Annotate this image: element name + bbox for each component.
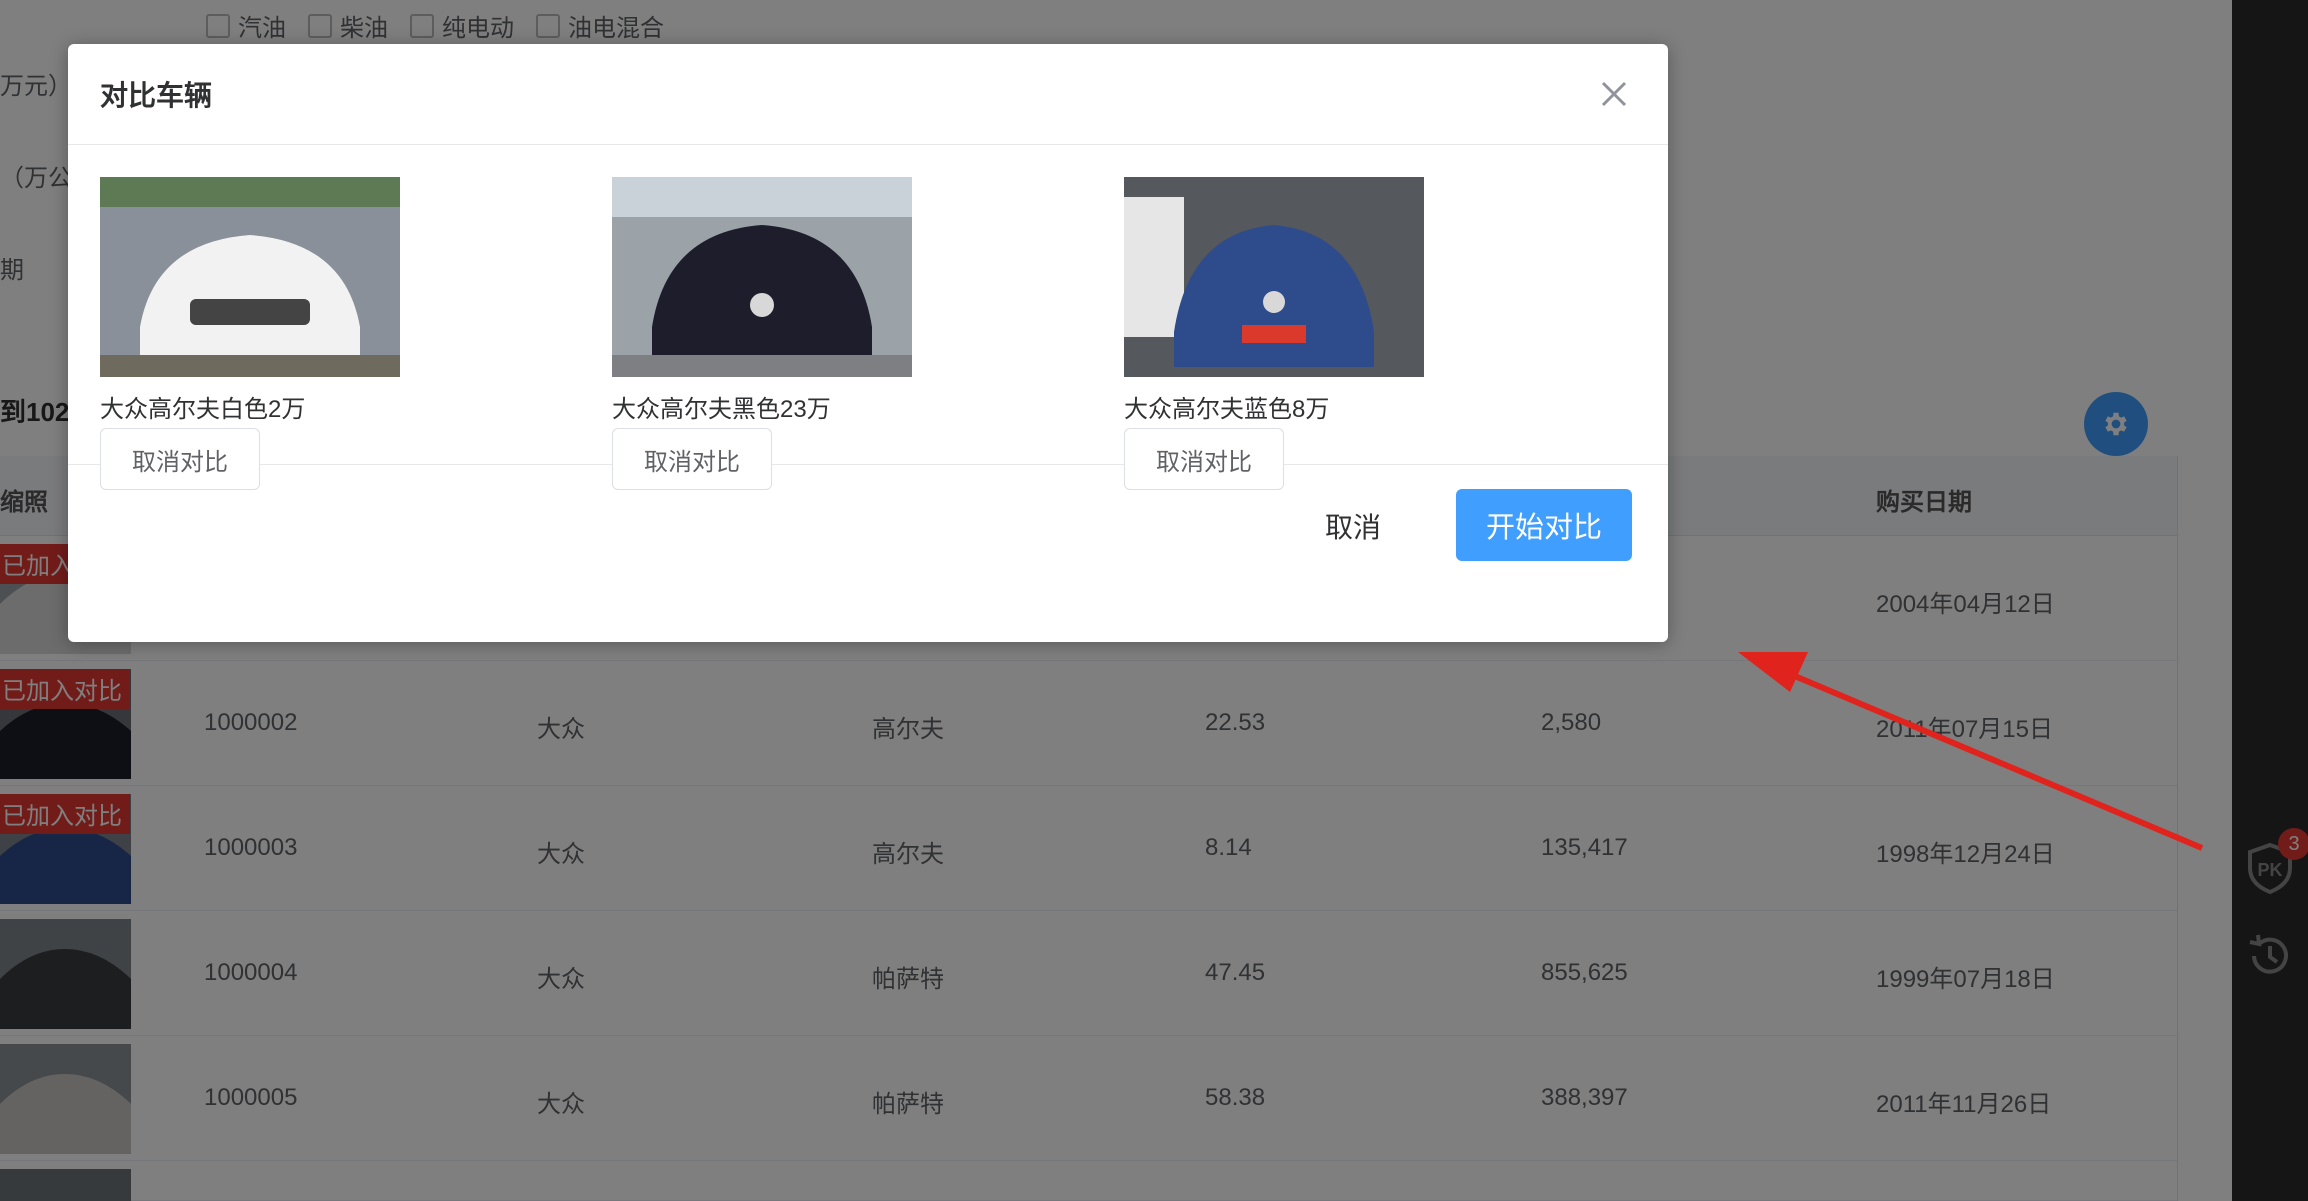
dialog-body: 大众高尔夫白色2万 取消对比 大众高尔夫黑色23万 取消对比 大众高尔夫蓝色8万… (68, 145, 1668, 490)
car-name: 大众高尔夫黑色23万 (612, 396, 831, 423)
compare-car-card: 大众高尔夫黑色23万 取消对比 (612, 177, 942, 490)
dialog-header: 对比车辆 (68, 44, 1668, 145)
close-button[interactable] (1598, 78, 1630, 110)
compare-car-card: 大众高尔夫蓝色8万 取消对比 (1124, 177, 1454, 490)
cancel-button[interactable]: 取消 (1308, 490, 1398, 562)
dialog-title: 对比车辆 (100, 80, 213, 111)
close-icon (1601, 81, 1627, 107)
car-photo (100, 177, 400, 377)
car-photo (612, 177, 912, 377)
car-name: 大众高尔夫白色2万 (100, 396, 306, 423)
car-photo (1124, 177, 1424, 377)
dialog-footer: 取消 开始对比 (68, 465, 1668, 641)
compare-dialog: 对比车辆 大众高尔夫白色2万 取消对比 大众高尔夫黑色23万 取消对比 大众高尔… (68, 44, 1668, 642)
compare-car-card: 大众高尔夫白色2万 取消对比 (100, 177, 430, 490)
car-name: 大众高尔夫蓝色8万 (1124, 396, 1330, 423)
start-compare-button[interactable]: 开始对比 (1456, 489, 1632, 561)
